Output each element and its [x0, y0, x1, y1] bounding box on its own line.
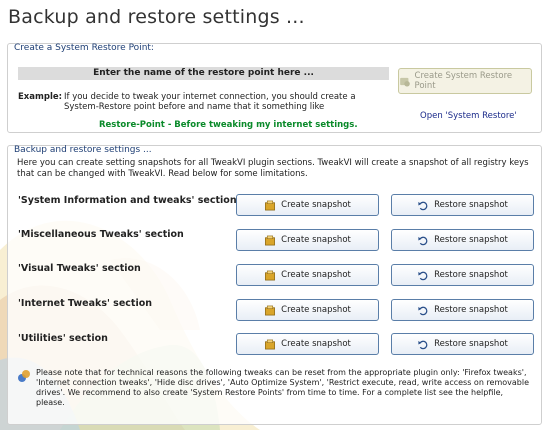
undo-arrow-icon — [418, 271, 428, 280]
create-snapshot-button-internet[interactable]: Create snapshot — [236, 299, 379, 321]
snapshot-icon — [265, 235, 276, 245]
section-label-utilities: 'Utilities' section — [18, 333, 108, 344]
undo-arrow-icon — [418, 201, 428, 210]
section-label-system-information: 'System Information and tweaks' section — [18, 195, 237, 206]
example-label: Example: — [18, 92, 63, 102]
section-label-visual: 'Visual Tweaks' section — [18, 263, 141, 274]
snapshot-icon — [265, 270, 276, 280]
restore-point-group-label: Create a System Restore Point: — [14, 43, 154, 53]
backup-group-label: Backup and restore settings ... — [14, 145, 152, 155]
restore-point-name-input[interactable]: Enter the name of the restore point here… — [18, 67, 389, 80]
undo-arrow-icon — [418, 236, 428, 245]
section-label-internet: 'Internet Tweaks' section — [18, 298, 153, 309]
example-text: If you decide to tweak your internet con… — [64, 92, 356, 112]
snapshot-icon — [265, 200, 276, 210]
restore-snapshot-button-internet[interactable]: Restore snapshot — [391, 299, 534, 321]
limitations-note: Please note that for technical reasons t… — [36, 368, 530, 407]
example-restore-point-name: Restore-Point - Before tweaking my inter… — [99, 120, 358, 130]
create-system-restore-point-label: Create System Restore Point — [414, 71, 513, 91]
create-snapshot-label: Create snapshot — [281, 305, 351, 315]
create-snapshot-button-system-information[interactable]: Create snapshot — [236, 194, 379, 216]
create-snapshot-label: Create snapshot — [281, 339, 351, 349]
restore-snapshot-label: Restore snapshot — [434, 200, 508, 210]
restore-snapshot-button-visual[interactable]: Restore snapshot — [391, 264, 534, 286]
info-note-icon — [18, 370, 30, 382]
create-system-restore-point-button[interactable]: Create System Restore Point — [398, 68, 532, 94]
backup-intro-text: Here you can create setting snapshots fo… — [17, 158, 529, 179]
create-snapshot-label: Create snapshot — [281, 270, 351, 280]
restore-snapshot-button-miscellaneous[interactable]: Restore snapshot — [391, 229, 534, 251]
restore-snapshot-label: Restore snapshot — [434, 235, 508, 245]
create-snapshot-button-miscellaneous[interactable]: Create snapshot — [236, 229, 379, 251]
open-system-restore-link[interactable]: Open 'System Restore' — [420, 111, 517, 121]
restore-snapshot-button-utilities[interactable]: Restore snapshot — [391, 333, 534, 355]
page-title: Backup and restore settings ... — [8, 6, 305, 28]
snapshot-icon — [265, 339, 276, 349]
restore-snapshot-label: Restore snapshot — [434, 305, 508, 315]
restore-snapshot-label: Restore snapshot — [434, 270, 508, 280]
snapshot-icon — [265, 305, 276, 315]
section-label-miscellaneous: 'Miscellaneous Tweaks' section — [18, 229, 184, 240]
create-snapshot-button-utilities[interactable]: Create snapshot — [236, 333, 379, 355]
create-snapshot-button-visual[interactable]: Create snapshot — [236, 264, 379, 286]
undo-arrow-icon — [418, 340, 428, 349]
restore-snapshot-label: Restore snapshot — [434, 339, 508, 349]
create-snapshot-label: Create snapshot — [281, 200, 351, 210]
create-snapshot-label: Create snapshot — [281, 235, 351, 245]
restore-snapshot-button-system-information[interactable]: Restore snapshot — [391, 194, 534, 216]
undo-arrow-icon — [418, 306, 428, 315]
restore-point-icon — [400, 77, 410, 87]
